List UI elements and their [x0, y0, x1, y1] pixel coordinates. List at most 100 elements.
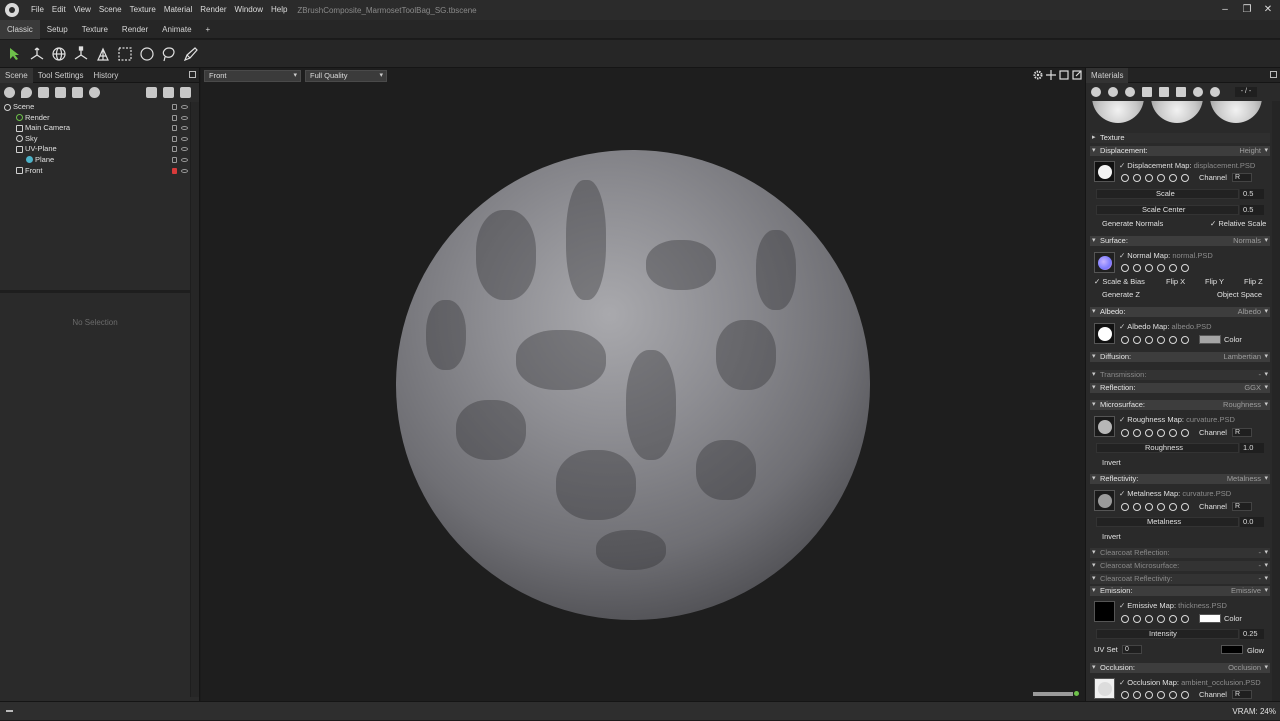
lock-icon[interactable] — [172, 135, 177, 142]
tab-classic[interactable]: Classic — [0, 19, 40, 39]
edit-icon[interactable] — [1157, 615, 1165, 623]
clear-icon[interactable] — [1181, 691, 1189, 699]
lasso-select-icon[interactable] — [158, 43, 180, 65]
select-material-icon[interactable] — [1125, 86, 1135, 97]
menu-edit[interactable]: Edit — [48, 0, 70, 20]
add-camera-icon[interactable] — [38, 86, 49, 98]
lock-icon[interactable] — [172, 156, 177, 163]
occlusion-mode[interactable]: Occlusion — [1228, 663, 1261, 673]
diffusion-mode[interactable]: Lambertian — [1223, 352, 1261, 362]
clearcoat-reflectivity-section[interactable]: Clearcoat Reflectivity: -▾ — [1090, 574, 1270, 584]
pick-material-icon[interactable] — [1193, 86, 1203, 97]
refresh-icon[interactable] — [1169, 503, 1177, 511]
material-preview[interactable] — [1092, 101, 1144, 123]
grip-icon[interactable] — [6, 710, 13, 712]
albedo-color-swatch[interactable] — [1199, 335, 1221, 344]
surface-section[interactable]: Surface: Normals▾ — [1090, 236, 1270, 246]
pick-icon[interactable] — [1145, 615, 1153, 623]
lock-icon[interactable] — [172, 125, 177, 132]
reflection-mode[interactable]: GGX — [1244, 383, 1261, 393]
albedo-map-thumb[interactable] — [1094, 323, 1115, 344]
gear-icon[interactable] — [1121, 264, 1129, 272]
circle-select-icon[interactable] — [136, 43, 158, 65]
gear-icon[interactable] — [1121, 691, 1129, 699]
emissive-color-swatch[interactable] — [1199, 614, 1221, 623]
reset-material-icon[interactable] — [1210, 86, 1220, 97]
scale-value[interactable]: 0.5 — [1240, 189, 1264, 199]
relative-scale-checkbox[interactable]: ✓ Relative Scale — [1210, 219, 1266, 229]
metalness-channel-select[interactable]: R — [1232, 502, 1252, 511]
popout-icon[interactable] — [189, 71, 196, 78]
displacement-section[interactable]: Displacement: Height▾ — [1090, 146, 1270, 156]
material-preview[interactable] — [1210, 101, 1262, 123]
reflectivity-section[interactable]: Reflectivity: Metalness▾ — [1090, 474, 1270, 484]
occlusion-section[interactable]: Occlusion: Occlusion▾ — [1090, 663, 1270, 673]
folder-icon[interactable] — [1142, 86, 1152, 97]
tree-item-sky[interactable]: Sky — [4, 134, 190, 145]
tab-history[interactable]: History — [89, 68, 124, 83]
duplicate-icon[interactable] — [163, 86, 174, 98]
search-icon[interactable] — [1133, 429, 1141, 437]
pick-icon[interactable] — [1145, 174, 1153, 182]
scene-scrollbar[interactable] — [190, 102, 199, 697]
gear-icon[interactable] — [1121, 503, 1129, 511]
diffusion-section[interactable]: Diffusion: Lambertian▾ — [1090, 352, 1270, 362]
clearcoat-reflection-section[interactable]: Clearcoat Reflection: -▾ — [1090, 548, 1270, 558]
intensity-value[interactable]: 0.25 — [1240, 629, 1264, 639]
refresh-icon[interactable] — [1169, 264, 1177, 272]
eye-icon[interactable] — [181, 168, 188, 173]
trash-icon[interactable] — [1159, 86, 1169, 97]
clear-icon[interactable] — [1181, 336, 1189, 344]
emission-section[interactable]: Emission: Emissive▾ — [1090, 586, 1270, 596]
transform-axis-icon[interactable] — [26, 43, 48, 65]
locked-icon[interactable] — [172, 167, 177, 174]
roughness-channel-select[interactable]: R — [1232, 428, 1252, 437]
tab-setup[interactable]: Setup — [40, 20, 75, 39]
clear-icon[interactable] — [1181, 503, 1189, 511]
occlusion-map-thumb[interactable] — [1094, 678, 1115, 699]
lock-icon[interactable] — [172, 146, 177, 153]
clear-icon[interactable] — [1181, 264, 1189, 272]
panel-splitter[interactable] — [0, 290, 190, 293]
occlusion-channel-select[interactable]: R — [1232, 690, 1252, 699]
flip-x-checkbox[interactable]: Flip X — [1166, 277, 1185, 287]
rotate-globe-icon[interactable] — [48, 43, 70, 65]
tree-item-scene[interactable]: Scene — [4, 102, 190, 113]
trash-icon[interactable] — [180, 86, 191, 98]
emission-mode[interactable]: Emissive — [1231, 586, 1261, 596]
tab-animate[interactable]: Animate — [155, 20, 198, 39]
popout-icon[interactable] — [1270, 71, 1277, 78]
quality-select[interactable]: Full Quality — [305, 70, 387, 82]
tab-texture[interactable]: Texture — [75, 20, 115, 39]
pick-icon[interactable] — [1145, 264, 1153, 272]
tree-item-render[interactable]: Render — [4, 113, 190, 124]
eye-icon[interactable] — [181, 115, 188, 120]
menu-render[interactable]: Render — [196, 0, 230, 20]
generate-normals-checkbox[interactable]: Generate Normals — [1102, 219, 1163, 229]
edit-icon[interactable] — [1157, 691, 1165, 699]
add-object-icon[interactable] — [4, 86, 15, 98]
eye-icon[interactable] — [181, 126, 188, 131]
pick-icon[interactable] — [1145, 429, 1153, 437]
menu-texture[interactable]: Texture — [126, 0, 160, 20]
frame-view-icon[interactable] — [1059, 70, 1069, 80]
scale-bias-checkbox[interactable]: ✓ Scale & Bias — [1094, 277, 1145, 287]
menu-view[interactable]: View — [70, 0, 95, 20]
clear-icon[interactable] — [1181, 429, 1189, 437]
menu-material[interactable]: Material — [160, 0, 196, 20]
tab-materials[interactable]: Materials — [1086, 67, 1129, 83]
minimize-icon[interactable]: – — [1213, 0, 1237, 20]
reflection-section[interactable]: Reflection: GGX▾ — [1090, 383, 1270, 393]
refresh-icon[interactable] — [1169, 174, 1177, 182]
refresh-icon[interactable] — [1169, 336, 1177, 344]
clear-icon[interactable] — [1181, 615, 1189, 623]
tree-item-front[interactable]: Front — [4, 166, 190, 177]
scale-center-value[interactable]: 0.5 — [1240, 205, 1264, 215]
add-material-icon[interactable] — [1091, 86, 1101, 97]
add-sky-icon[interactable] — [55, 86, 66, 98]
refresh-icon[interactable] — [1169, 429, 1177, 437]
search-icon[interactable] — [1133, 503, 1141, 511]
object-space-checkbox[interactable]: Object Space — [1217, 290, 1262, 300]
displacement-map-thumb[interactable] — [1094, 161, 1115, 182]
gear-icon[interactable] — [1121, 429, 1129, 437]
